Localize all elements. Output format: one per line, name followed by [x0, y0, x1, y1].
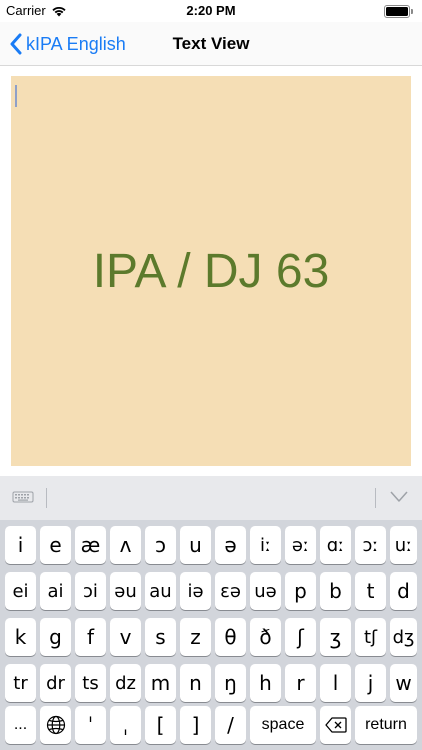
keyboard-row-2: ei ai ɔi əu au iə ɛə uə p b t d [0, 572, 422, 610]
carrier-indicator: Carrier [6, 3, 67, 18]
text-view[interactable]: IPA / DJ 63 [11, 76, 411, 466]
ipa-key[interactable]: j [355, 664, 386, 702]
ipa-key[interactable]: ð [250, 618, 281, 656]
globe-key[interactable] [40, 706, 71, 744]
navigation-bar: kIPA English Text View [0, 22, 422, 66]
ipa-key[interactable]: ɔː [355, 526, 386, 564]
ipa-key[interactable]: uə [250, 572, 281, 610]
ipa-keyboard: i e æ ʌ ɔ u ə iː əː ɑː ɔː uː ei ai ɔi əu… [0, 476, 422, 750]
ipa-key[interactable]: r [285, 664, 316, 702]
ipa-key[interactable]: b [320, 572, 351, 610]
ipa-key[interactable]: ŋ [215, 664, 246, 702]
battery-icon [384, 5, 414, 18]
ipa-key[interactable]: ʃ [285, 618, 316, 656]
backspace-icon [324, 717, 347, 733]
ipa-key[interactable]: i [5, 526, 36, 564]
return-key[interactable]: return [355, 706, 417, 744]
ipa-key[interactable]: u [180, 526, 211, 564]
ipa-key[interactable]: v [110, 618, 141, 656]
ipa-key[interactable]: f [75, 618, 106, 656]
ipa-key[interactable]: tʃ [355, 618, 386, 656]
ipa-key[interactable]: tr [5, 664, 36, 702]
more-key[interactable]: ... [5, 706, 36, 744]
accessory-divider-left [46, 488, 47, 508]
carrier-label: Carrier [6, 3, 46, 18]
back-button[interactable]: kIPA English [10, 22, 126, 66]
slash-key[interactable]: / [215, 706, 246, 744]
globe-icon [46, 715, 65, 735]
accessory-divider-right [375, 488, 376, 508]
bracket-open-key[interactable]: [ [145, 706, 176, 744]
ipa-key[interactable]: ʒ [320, 618, 351, 656]
ipa-key[interactable]: uː [390, 526, 417, 564]
ipa-key[interactable]: ʌ [110, 526, 141, 564]
ipa-key[interactable]: ə [215, 526, 246, 564]
ipa-key[interactable]: ɔ [145, 526, 176, 564]
ipa-key[interactable]: d [390, 572, 417, 610]
text-view-content: IPA / DJ 63 [92, 244, 330, 298]
ipa-key[interactable]: iə [180, 572, 211, 610]
ipa-key[interactable]: ai [40, 572, 71, 610]
ipa-key[interactable]: s [145, 618, 176, 656]
ipa-key[interactable]: æ [75, 526, 106, 564]
ipa-key[interactable]: l [320, 664, 351, 702]
ipa-key[interactable]: t [355, 572, 386, 610]
bracket-close-key[interactable]: ] [180, 706, 211, 744]
ipa-key[interactable]: ei [5, 572, 36, 610]
ipa-key[interactable]: dr [40, 664, 71, 702]
secondary-stress-key[interactable]: ˌ [110, 706, 141, 744]
status-bar: Carrier 2:20 PM [0, 0, 422, 22]
ipa-key[interactable]: ts [75, 664, 106, 702]
keyboard-row-3: k g f v s z θ ð ʃ ʒ tʃ dʒ [0, 618, 422, 656]
ipa-key[interactable]: z [180, 618, 211, 656]
ipa-key[interactable]: əː [285, 526, 316, 564]
ipa-key[interactable]: e [40, 526, 71, 564]
ipa-key[interactable]: k [5, 618, 36, 656]
ipa-key[interactable]: ɔi [75, 572, 106, 610]
primary-stress-key[interactable]: ˈ [75, 706, 106, 744]
ipa-key[interactable]: ɛə [215, 572, 246, 610]
ipa-key[interactable]: h [250, 664, 281, 702]
keyboard-dismiss-icon[interactable] [390, 490, 408, 504]
space-key[interactable]: space [250, 706, 316, 744]
ipa-key[interactable]: n [180, 664, 211, 702]
wifi-icon [52, 6, 66, 16]
ipa-key[interactable]: g [40, 618, 71, 656]
keyboard-row-bottom: ... ˈ ˌ [ ] / space return [0, 706, 422, 744]
keyboard-row-1: i e æ ʌ ɔ u ə iː əː ɑː ɔː uː [0, 526, 422, 564]
ipa-key[interactable]: əu [110, 572, 141, 610]
ipa-key[interactable]: iː [250, 526, 281, 564]
ipa-key[interactable]: ɑː [320, 526, 351, 564]
ipa-key[interactable]: dz [110, 664, 141, 702]
keyboard-row-4: tr dr ts dz m n ŋ h r l j w [0, 664, 422, 702]
ipa-key[interactable]: m [145, 664, 176, 702]
keyboard-icon[interactable] [12, 488, 34, 508]
ipa-key[interactable]: p [285, 572, 316, 610]
ipa-key[interactable]: θ [215, 618, 246, 656]
keyboard-accessory-bar [0, 476, 422, 520]
ipa-key[interactable]: w [390, 664, 417, 702]
back-button-label: kIPA English [26, 33, 126, 54]
ipa-key[interactable]: dʒ [390, 618, 417, 656]
chevron-left-icon [10, 33, 22, 55]
ipa-key[interactable]: au [145, 572, 176, 610]
delete-key[interactable] [320, 706, 351, 744]
